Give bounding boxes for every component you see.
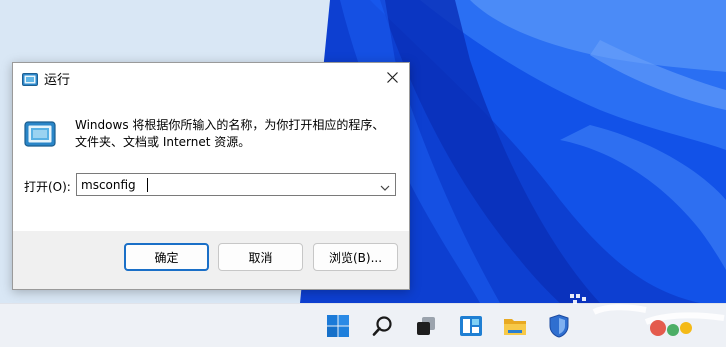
task-view-icon <box>417 317 435 335</box>
file-explorer-button[interactable] <box>502 313 528 339</box>
widgets-button[interactable] <box>458 313 484 339</box>
dialog-title: 运行 <box>44 73 71 88</box>
dropdown-button[interactable] <box>379 179 391 191</box>
watermark-logo <box>546 292 726 347</box>
task-view-button[interactable] <box>413 313 439 339</box>
widgets-icon <box>460 316 482 336</box>
search-icon <box>372 316 392 336</box>
open-combobox[interactable] <box>76 173 396 196</box>
chevron-down-icon <box>380 185 390 191</box>
dialog-titlebar[interactable]: 运行 <box>13 63 409 92</box>
close-icon <box>386 72 398 83</box>
open-input[interactable] <box>79 175 379 194</box>
dialog-description: Windows 将根据你所输入的名称，为你打开相应的程序、文件夹、文档或 Int… <box>75 118 385 149</box>
text-caret <box>147 178 148 192</box>
close-button[interactable] <box>375 63 409 92</box>
file-explorer-icon <box>504 319 526 335</box>
browse-button[interactable]: 浏览(B)... <box>313 243 398 271</box>
search-button[interactable] <box>370 313 396 339</box>
run-icon <box>24 121 56 147</box>
windows-start-icon <box>327 315 349 337</box>
start-button[interactable] <box>325 313 351 339</box>
run-icon <box>22 71 38 86</box>
cancel-button[interactable]: 取消 <box>218 243 303 271</box>
dialog-body: Windows 将根据你所输入的名称，为你打开相应的程序、文件夹、文档或 Int… <box>13 92 409 231</box>
ok-button[interactable]: 确定 <box>124 243 209 271</box>
run-dialog: 运行 Windows 将根据你所输入的名称，为你打开相应的程序、文件夹、文档或 … <box>12 62 410 290</box>
open-label: 打开(O): <box>24 180 71 194</box>
